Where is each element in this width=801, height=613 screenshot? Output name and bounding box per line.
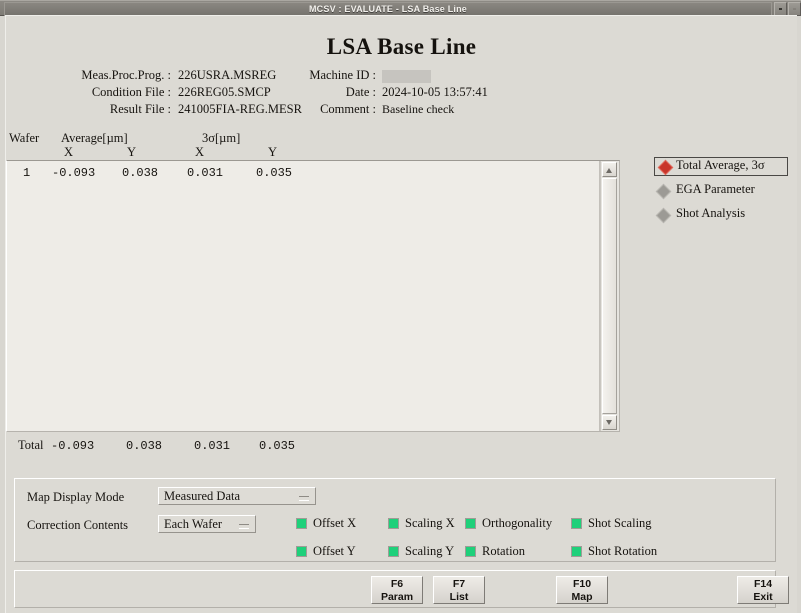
radio-label: Total Average, 3σ — [676, 158, 765, 172]
chevron-down-icon — [606, 420, 612, 425]
checkbox-label: Offset X — [313, 516, 357, 530]
f7-name-label: List — [449, 591, 469, 603]
cell-average-y: 0.038 — [122, 166, 159, 180]
checkbox-box-icon — [296, 546, 307, 557]
radio-diamond-selected-icon — [657, 159, 674, 176]
map-display-mode-dropdown[interactable]: Measured Data — [158, 487, 316, 505]
cell-wafer: 1 — [23, 166, 31, 180]
dropdown-indicator-icon — [239, 524, 249, 529]
col-header-sigma-x: X — [195, 145, 205, 159]
f14-exit-button[interactable]: F14 Exit — [737, 576, 789, 604]
meas-proc-prog-label: Meas.Proc.Prog. : — [81, 68, 171, 82]
f7-key-label: F7 — [452, 578, 466, 590]
comment-label: Comment : — [320, 102, 376, 116]
radio-label: Shot Analysis — [676, 206, 746, 220]
col-header-three-sigma: 3σ[µm] — [202, 131, 241, 145]
comment-value: Baseline check — [382, 102, 455, 116]
f6-param-button[interactable]: F6 Param — [371, 576, 423, 604]
minimize-button[interactable] — [774, 2, 787, 16]
radio-ega-parameter[interactable]: EGA Parameter — [654, 181, 794, 200]
checkbox-box-icon — [571, 546, 582, 557]
checkbox-label: Scaling Y — [405, 544, 455, 558]
col-header-average: Average[µm] — [61, 131, 128, 145]
checkbox-label: Offset Y — [313, 544, 356, 558]
function-key-bar: F6 Param F7 List F10 Map F14 Exit — [14, 570, 789, 608]
checkbox-box-icon — [296, 518, 307, 529]
date-value: 2024-10-05 13:57:41 — [382, 85, 488, 99]
maximize-icon — [793, 8, 796, 10]
cell-sigma-x: 0.031 — [187, 166, 224, 180]
map-display-mode-value: Measured Data — [164, 489, 241, 503]
col-header-wafer: Wafer — [9, 131, 40, 145]
correction-contents-dropdown[interactable]: Each Wafer — [158, 515, 256, 533]
checkbox-label: Scaling X — [405, 516, 455, 530]
correction-options-panel: Map Display Mode Measured Data Correctio… — [14, 478, 776, 562]
radio-label: EGA Parameter — [676, 182, 755, 196]
checkbox-label: Shot Rotation — [588, 544, 658, 558]
total-average-x: -0.093 — [51, 439, 95, 453]
machine-id-value-redacted — [382, 70, 431, 83]
maximize-button[interactable] — [788, 2, 801, 16]
scrollbar-thumb[interactable] — [602, 178, 617, 414]
machine-id-label: Machine ID : — [309, 68, 376, 82]
table-scroll-viewport: 1 -0.093 0.038 0.031 0.035 — [7, 161, 600, 431]
condition-file-label: Condition File : — [91, 85, 171, 99]
minimize-icon — [779, 8, 782, 10]
checkbox-box-icon — [465, 518, 476, 529]
table-column-headers: Wafer Average[µm] 3σ[µm] X Y X Y — [6, 128, 626, 160]
col-header-average-y: Y — [127, 145, 137, 159]
total-average-y: 0.038 — [126, 439, 163, 453]
checkbox-label: Orthogonality — [482, 516, 553, 530]
table-total-row: Total -0.093 0.038 0.031 0.035 — [6, 438, 626, 458]
wafer-results-table: 1 -0.093 0.038 0.031 0.035 — [6, 160, 620, 432]
f7-list-button[interactable]: F7 List — [433, 576, 485, 604]
total-label: Total — [18, 438, 44, 452]
f6-key-label: F6 — [390, 578, 404, 590]
application-window: MCSV : EVALUATE - LSA Base Line LSA Base… — [0, 0, 801, 613]
dropdown-indicator-icon — [299, 496, 309, 501]
scroll-down-button[interactable] — [602, 415, 617, 430]
total-sigma-x: 0.031 — [194, 439, 231, 453]
scroll-up-button[interactable] — [602, 162, 617, 177]
page-title: LSA Base Line — [326, 34, 477, 59]
header-info: Meas.Proc.Prog. : 226USRA.MSREG Conditio… — [6, 68, 797, 120]
radio-diamond-icon — [655, 207, 672, 224]
window-title-bar: MCSV : EVALUATE - LSA Base Line — [0, 0, 801, 16]
radio-shot-analysis[interactable]: Shot Analysis — [654, 205, 794, 224]
date-label: Date : — [345, 85, 376, 99]
result-file-label: Result File : — [109, 102, 171, 116]
window-title: MCSV : EVALUATE - LSA Base Line — [308, 4, 468, 14]
col-header-average-x: X — [64, 145, 74, 159]
f10-key-label: F10 — [572, 578, 592, 590]
col-header-sigma-y: Y — [268, 145, 278, 159]
checkbox-box-icon — [388, 518, 399, 529]
cell-average-x: -0.093 — [52, 166, 96, 180]
title-bar-inner: MCSV : EVALUATE - LSA Base Line — [4, 2, 772, 16]
correction-contents-value: Each Wafer — [164, 517, 223, 531]
checkbox-box-icon — [465, 546, 476, 557]
total-sigma-y: 0.035 — [259, 439, 296, 453]
table-vertical-scrollbar[interactable] — [600, 161, 619, 431]
radio-total-average-3sigma[interactable]: Total Average, 3σ — [654, 157, 788, 176]
chevron-up-icon — [606, 168, 612, 173]
f10-map-button[interactable]: F10 Map — [556, 576, 608, 604]
radio-diamond-icon — [655, 183, 672, 200]
cell-sigma-y: 0.035 — [256, 166, 293, 180]
f14-name-label: Exit — [753, 591, 773, 603]
table-row[interactable]: 1 -0.093 0.038 0.031 0.035 — [7, 166, 599, 182]
f10-name-label: Map — [571, 591, 593, 603]
window-body: LSA Base Line Meas.Proc.Prog. : 226USRA.… — [5, 15, 797, 613]
correction-contents-label: Correction Contents — [27, 518, 129, 532]
checkbox-box-icon — [388, 546, 399, 557]
checkbox-label: Rotation — [482, 544, 526, 558]
map-display-mode-label: Map Display Mode — [27, 490, 125, 504]
checkbox-box-icon — [571, 518, 582, 529]
checkbox-label: Shot Scaling — [588, 516, 652, 530]
f14-key-label: F14 — [753, 578, 773, 590]
f6-name-label: Param — [380, 591, 414, 603]
analysis-mode-list: Total Average, 3σ EGA Parameter Shot Ana… — [654, 157, 794, 229]
